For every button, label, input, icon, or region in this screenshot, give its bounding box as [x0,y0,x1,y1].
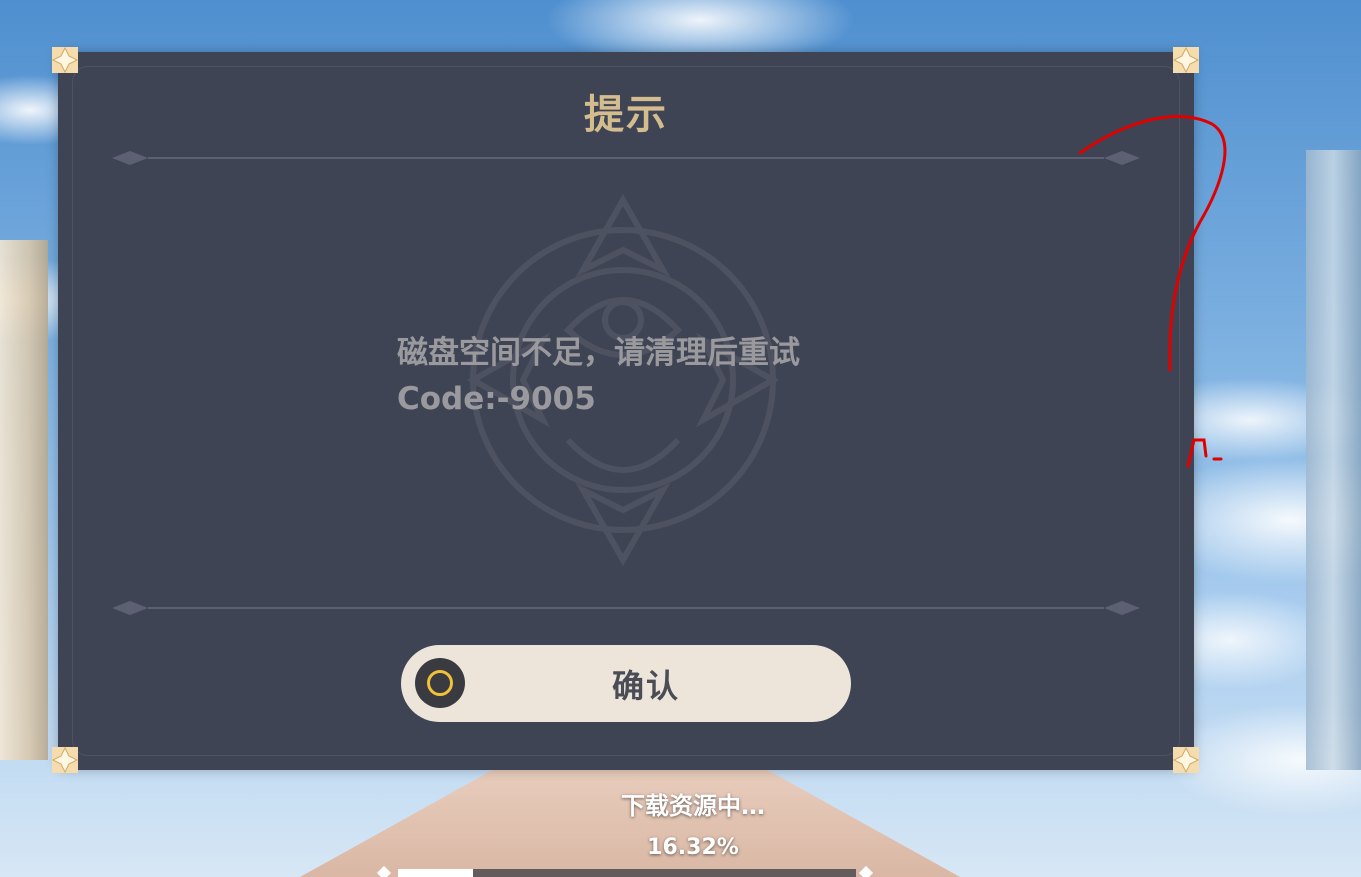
background-bridge [300,767,960,877]
download-progress-fill [398,869,473,877]
error-code-text: Code:-9005 [397,381,596,417]
corner-ornament-icon [1171,45,1201,75]
background-tower-right [1306,150,1361,770]
circle-button-icon [415,658,465,708]
game-background: 提示 磁盘空间不足，请清理后重试 Code:-9005 确认 下载资源中… 16… [0,0,1361,877]
download-progress-percent: 16.32% [647,835,739,860]
corner-ornament-icon [1171,745,1201,775]
download-progress-bar [398,869,856,877]
corner-ornament-icon [50,745,80,775]
dialog-title: 提示 [584,92,668,138]
confirm-button[interactable]: 确认 [401,645,851,722]
title-divider [108,146,1144,170]
button-divider [108,596,1144,620]
corner-ornament-icon [50,45,80,75]
dialog-message: 磁盘空间不足，请清理后重试 Code:-9005 [397,330,800,422]
download-status-text: 下载资源中… [621,792,765,820]
confirm-button-label: 确认 [611,666,680,705]
alert-dialog: 提示 磁盘空间不足，请清理后重试 Code:-9005 确认 [58,52,1194,770]
error-message-text: 磁盘空间不足，请清理后重试 [397,335,800,371]
background-tower-left [0,240,48,760]
